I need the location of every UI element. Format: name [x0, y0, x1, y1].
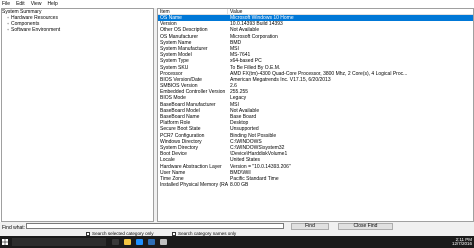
- clock-date: 12/7/2016: [451, 241, 472, 246]
- column-header-value[interactable]: Value: [228, 9, 473, 14]
- windows-start-icon[interactable]: [2, 239, 8, 245]
- find-bar: Find what: Find Close Find Search select…: [0, 222, 474, 236]
- table-row[interactable]: Installed Physical Memory (RAM) 8.00 GB: [158, 182, 473, 188]
- task-view-icon[interactable]: [112, 239, 119, 245]
- table-body: OS Name Microsoft Windows 10 Home Version 1…: [158, 15, 473, 188]
- details-table: Item Value OS Name Microsoft Windows 10 H…: [157, 8, 474, 222]
- file-explorer-icon[interactable]: [124, 239, 131, 245]
- column-header-item[interactable]: Item: [158, 9, 228, 14]
- taskbar-search-box[interactable]: [12, 238, 106, 246]
- close-find-button[interactable]: Close Find: [338, 223, 393, 230]
- clock[interactable]: 2:11 PM 12/7/2016: [451, 237, 472, 246]
- tree-item-software-environment[interactable]: + Software Environment: [2, 27, 153, 33]
- checkbox-icon[interactable]: [172, 231, 176, 236]
- menu-bar: File Edit View Help: [0, 0, 474, 7]
- find-input[interactable]: [26, 223, 284, 229]
- menu-help[interactable]: Help: [47, 1, 57, 7]
- tree-label: Software Environment: [11, 27, 61, 33]
- expand-icon[interactable]: +: [6, 27, 10, 33]
- row-value: 8.00 GB: [230, 182, 249, 189]
- category-tree: System Summary + Hardware Resources + Co…: [1, 8, 154, 222]
- system-information-app-icon[interactable]: [160, 239, 167, 245]
- store-icon[interactable]: [148, 239, 155, 245]
- taskbar: 2:11 PM 12/7/2016: [0, 236, 474, 248]
- row-item: Installed Physical Memory (RAM): [160, 182, 228, 189]
- find-button[interactable]: Find: [291, 223, 329, 230]
- menu-file[interactable]: File: [2, 1, 10, 7]
- find-label: Find what:: [2, 225, 26, 231]
- menu-edit[interactable]: Edit: [16, 1, 25, 7]
- checkbox-icon[interactable]: [86, 231, 90, 236]
- menu-view[interactable]: View: [31, 1, 42, 7]
- edge-browser-icon[interactable]: [136, 239, 143, 245]
